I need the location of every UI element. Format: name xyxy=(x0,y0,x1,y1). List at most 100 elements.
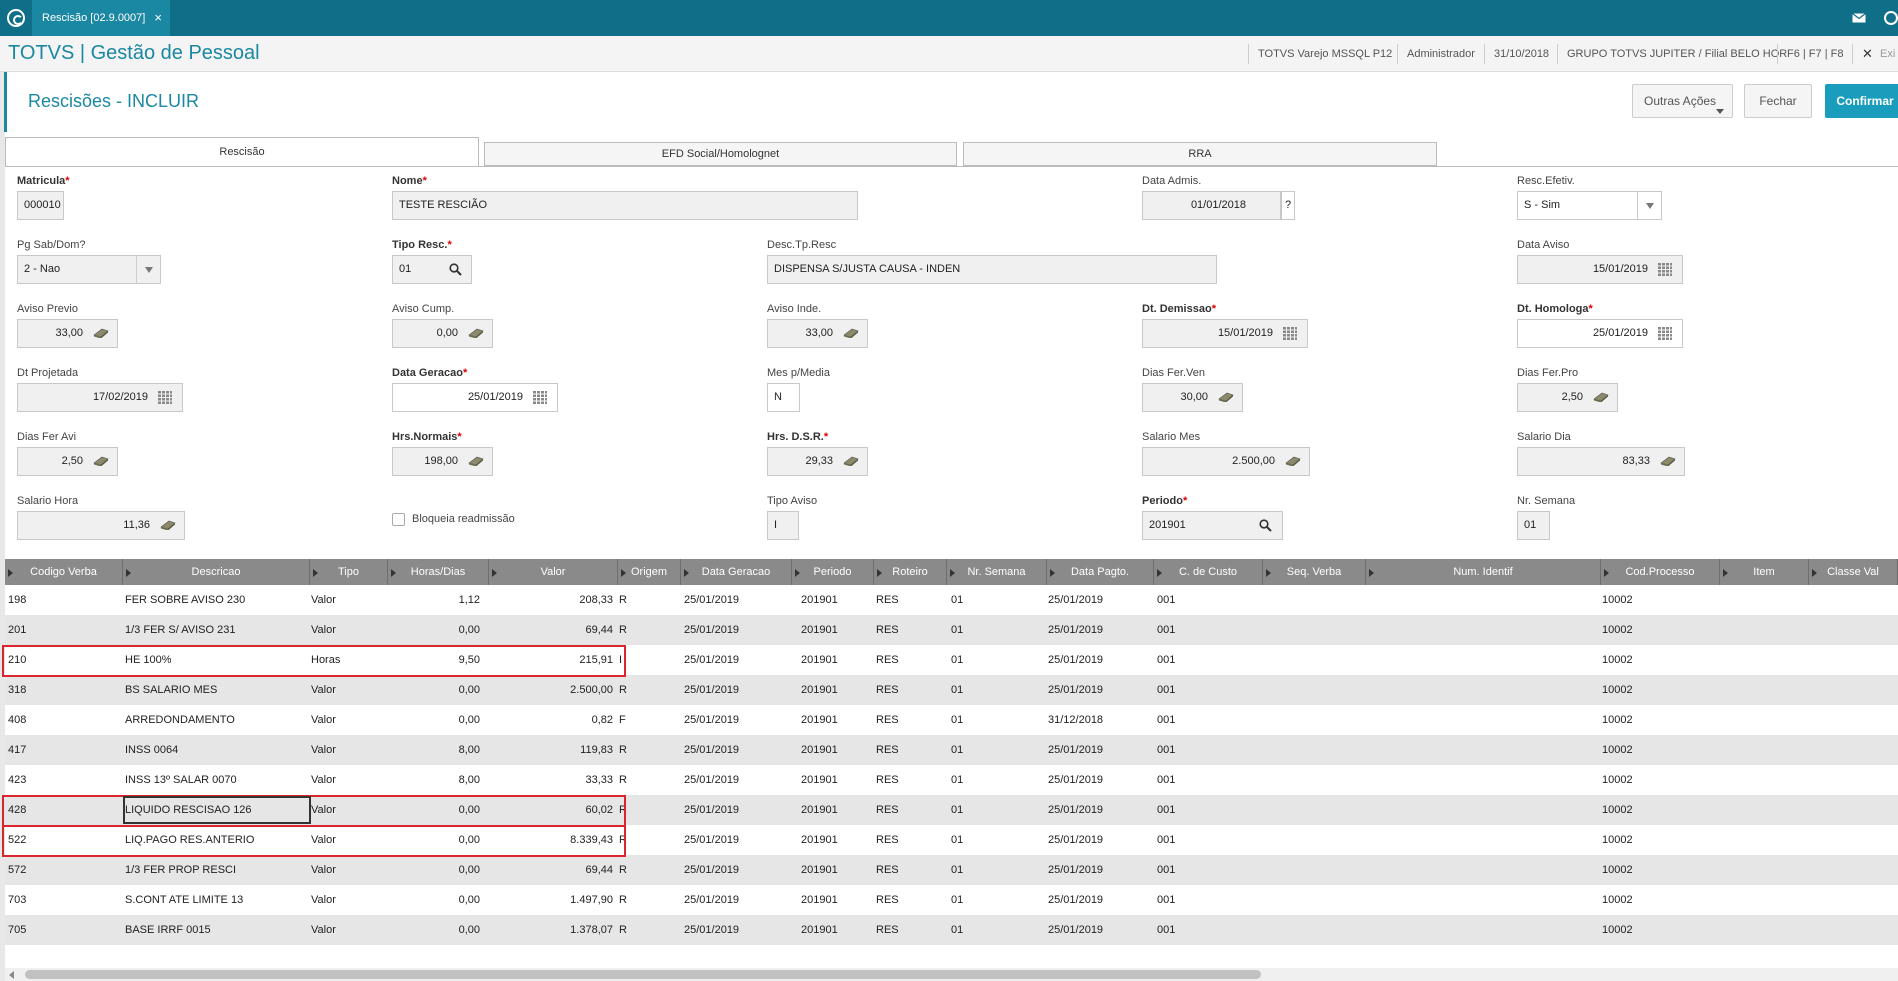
salario-mes-field[interactable]: 2.500,00 xyxy=(1142,447,1310,476)
column-header[interactable]: Cod.Processo xyxy=(1601,559,1720,585)
pg-sab-dom-select[interactable]: 2 - Nao xyxy=(17,255,161,284)
scrollbar-thumb[interactable] xyxy=(25,970,1261,979)
data-aviso-field[interactable]: 15/01/2019 xyxy=(1517,255,1683,284)
table-row[interactable]: 417 INSS 0064 Valor 8,00 119,83 R 25/01/2019 20… xyxy=(5,735,1898,765)
table-row[interactable]: 423 INSS 13º SALAR 0070 Valor 8,00 33,33 R 25/… xyxy=(5,765,1898,795)
chevron-down-icon[interactable] xyxy=(1637,192,1661,219)
tab-efd-social[interactable]: EFD Social/Homolognet xyxy=(484,142,957,166)
calendar-icon[interactable] xyxy=(1283,327,1297,340)
column-header[interactable]: Codigo Verba xyxy=(5,559,123,585)
dt-demissao-field[interactable]: 15/01/2019 xyxy=(1142,319,1308,348)
salario-dia-field[interactable]: 83,33 xyxy=(1517,447,1685,476)
table-row[interactable]: 705 BASE IRRF 0015 Valor 0,00 1.378,07 R 25/01… xyxy=(5,915,1898,945)
nome-field[interactable]: TESTE RESCIÃO xyxy=(392,191,858,220)
calculator-icon[interactable] xyxy=(468,326,484,338)
salario-hora-field[interactable]: 11,36 xyxy=(17,511,185,540)
close-tab-icon[interactable]: × xyxy=(154,0,162,36)
column-header[interactable]: Origem xyxy=(618,559,681,585)
dt-projetada-field[interactable]: 17/02/2019 xyxy=(17,383,183,412)
calculator-icon[interactable] xyxy=(1285,454,1301,466)
help-icon[interactable]: ? xyxy=(1281,191,1295,220)
hrs-normais-field[interactable]: 198,00 xyxy=(392,447,493,476)
calculator-icon[interactable] xyxy=(1218,390,1234,402)
horizontal-scrollbar[interactable] xyxy=(5,968,1898,981)
resc-efetiv-select[interactable]: S - Sim xyxy=(1517,191,1662,220)
search-icon[interactable] xyxy=(1259,519,1272,532)
table-row[interactable]: 703 S.CONT ATE LIMITE 13 Valor 0,00 1.497,90… xyxy=(5,885,1898,915)
data-geracao-field[interactable]: 25/01/2019 xyxy=(392,383,558,412)
column-header[interactable]: Item xyxy=(1720,559,1809,585)
calculator-icon[interactable] xyxy=(1593,390,1609,402)
matricula-field[interactable]: 000010 xyxy=(17,191,64,220)
periodo-field[interactable]: 201901 xyxy=(1142,511,1283,540)
column-header[interactable]: Num. Identif xyxy=(1366,559,1601,585)
dt-homologa-field[interactable]: 25/01/2019 xyxy=(1517,319,1683,348)
calculator-icon[interactable] xyxy=(93,454,109,466)
column-header[interactable]: Tipo xyxy=(310,559,388,585)
confirm-button[interactable]: Confirmar xyxy=(1825,84,1898,118)
dias-fer-ven-field[interactable]: 30,00 xyxy=(1142,383,1243,412)
dias-fer-pro-field[interactable]: 2,50 xyxy=(1517,383,1618,412)
calendar-icon[interactable] xyxy=(533,391,547,404)
table-cell: 198 xyxy=(8,594,27,606)
divider xyxy=(1852,44,1853,64)
close-button[interactable]: Fechar xyxy=(1744,84,1812,118)
tipo-resc-field[interactable]: 01 xyxy=(392,255,472,284)
table-cell: 25/01/2019 xyxy=(1048,894,1104,906)
desc-tp-resc-field[interactable]: DISPENSA S/JUSTA CAUSA - INDEN xyxy=(767,255,1217,284)
aviso-inde-field[interactable]: 33,00 xyxy=(767,319,868,348)
totvs-logo-icon[interactable] xyxy=(7,9,25,27)
column-header[interactable]: C. de Custo xyxy=(1154,559,1263,585)
table-row[interactable]: 572 1/3 FER PROP RESCI Valor 0,00 69,44 R 25/0… xyxy=(5,855,1898,885)
table-row[interactable]: 408 ARREDONDAMENTO Valor 0,00 0,82 F 25/01/201… xyxy=(5,705,1898,735)
tab-rra[interactable]: RRA xyxy=(963,142,1437,166)
tab-rescisao-form[interactable]: Rescisão xyxy=(5,137,479,167)
table-row[interactable]: 198 FER SOBRE AVISO 230 Valor 1,12 208,33 R 25… xyxy=(5,585,1898,615)
table-cell: Valor xyxy=(311,864,336,876)
column-header[interactable]: Data Pagto. xyxy=(1047,559,1154,585)
mes-p-media-field[interactable]: N xyxy=(767,383,800,412)
help-icon[interactable] xyxy=(1884,11,1898,25)
column-header[interactable]: Valor xyxy=(489,559,618,585)
dias-fer-avi-field[interactable]: 2,50 xyxy=(17,447,118,476)
bloqueia-readmissao-checkbox[interactable] xyxy=(392,513,405,526)
column-header[interactable]: Nr. Semana xyxy=(947,559,1047,585)
search-icon[interactable] xyxy=(449,263,462,276)
table-cell: 201901 xyxy=(801,924,838,936)
aviso-previo-field[interactable]: 33,00 xyxy=(17,319,118,348)
tipo-aviso-field[interactable]: I xyxy=(767,511,799,540)
calendar-icon[interactable] xyxy=(158,391,172,404)
calculator-icon[interactable] xyxy=(843,454,859,466)
column-header[interactable]: Roteiro xyxy=(874,559,947,585)
column-header[interactable]: Horas/Dias xyxy=(388,559,489,585)
tab-rescisao[interactable]: Rescisão [02.9.0007] × xyxy=(32,0,170,36)
calculator-icon[interactable] xyxy=(160,518,176,530)
nr-semana-label: Nr. Semana xyxy=(1517,495,1576,507)
table-row[interactable]: 318 BS SALARIO MES Valor 0,00 2.500,00 R 25/01… xyxy=(5,675,1898,705)
column-header-label: Roteiro xyxy=(892,566,928,578)
hrs-dsr-field[interactable]: 29,33 xyxy=(767,447,868,476)
data-admis-field[interactable]: 01/01/2018 xyxy=(1142,191,1281,220)
table-row[interactable]: 201 1/3 FER S/ AVISO 231 Valor 0,00 69,44 R 25… xyxy=(5,615,1898,645)
column-header[interactable]: Data Geracao xyxy=(681,559,792,585)
column-header[interactable]: Descricao xyxy=(123,559,310,585)
exit-icon[interactable]: ✕ xyxy=(1862,46,1873,62)
calendar-icon[interactable] xyxy=(1658,327,1672,340)
column-header[interactable]: Classe Val xyxy=(1809,559,1898,585)
calculator-icon[interactable] xyxy=(843,326,859,338)
calculator-icon[interactable] xyxy=(468,454,484,466)
aviso-cump-field[interactable]: 0,00 xyxy=(392,319,493,348)
calculator-icon[interactable] xyxy=(1660,454,1676,466)
table-cell: RES xyxy=(876,714,899,726)
calculator-icon[interactable] xyxy=(93,326,109,338)
column-header[interactable]: Seq. Verba xyxy=(1263,559,1366,585)
envelope-icon[interactable] xyxy=(1852,13,1866,23)
column-header[interactable]: Periodo xyxy=(792,559,874,585)
exit-label[interactable]: Exi xyxy=(1880,48,1895,60)
chevron-down-icon[interactable] xyxy=(136,256,160,283)
nr-semana-field[interactable]: 01 xyxy=(1517,511,1550,540)
calendar-icon[interactable] xyxy=(1658,263,1672,276)
other-actions-button[interactable]: Outras Ações xyxy=(1632,84,1733,118)
table-cell: 119,83 xyxy=(580,744,613,756)
scroll-left-icon[interactable] xyxy=(9,971,14,979)
